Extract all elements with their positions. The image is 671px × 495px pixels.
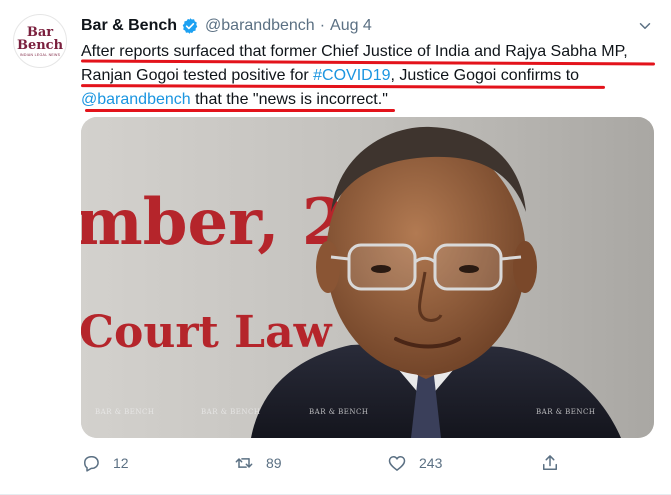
avatar-logo-line1: Bar [26, 24, 54, 40]
tweet-actions: 12 89 243 [81, 445, 661, 481]
retweet-icon [235, 458, 253, 468]
tweet-photo[interactable]: mber, 2 Court Law BAR & BENCH BAR & BENC… [81, 117, 654, 438]
avatar-logo-line2: Bench [16, 37, 64, 53]
tweet-date[interactable]: Aug 4 [330, 17, 372, 35]
like-count: 243 [419, 455, 443, 471]
tweet-text-part2: , Justice Gogoi confirms to [390, 67, 580, 84]
reply-count: 12 [113, 455, 129, 471]
reply-icon [84, 456, 99, 472]
more-options-chevron-icon[interactable] [636, 17, 654, 35]
photo-watermark-3: BAR & BENCH [309, 408, 369, 416]
avatar-logo-tagline: INDIAN LEGAL NEWS [19, 52, 61, 57]
verified-badge-icon [182, 18, 198, 34]
header-separator: · [319, 17, 326, 34]
share-button[interactable] [540, 445, 560, 481]
share-icon [543, 455, 557, 470]
tweet-header: Bar & Bench @barandbench · Aug 4 [81, 14, 372, 38]
heart-icon [388, 456, 406, 471]
red-underline-3 [85, 109, 395, 112]
hashtag-link[interactable]: #COVID19 [313, 67, 390, 84]
person-figure [251, 126, 621, 438]
author-name[interactable]: Bar & Bench [81, 17, 177, 35]
photo-watermark-4: BAR & BENCH [536, 408, 596, 416]
author-handle[interactable]: @barandbench [205, 17, 315, 35]
mention-link[interactable]: @barandbench [81, 91, 191, 108]
retweet-count: 89 [266, 455, 282, 471]
tweet-text: After reports surfaced that former Chief… [81, 40, 661, 112]
reply-button[interactable]: 12 [81, 445, 129, 481]
like-button[interactable]: 243 [387, 445, 442, 481]
retweet-button[interactable]: 89 [234, 445, 282, 481]
photo-watermark-2: BAR & BENCH [201, 408, 261, 416]
photo-watermark-1: BAR & BENCH [95, 408, 155, 416]
author-avatar[interactable]: Bar Bench INDIAN LEGAL NEWS [13, 14, 67, 68]
tweet-text-part3: that the "news is incorrect." [190, 91, 388, 108]
